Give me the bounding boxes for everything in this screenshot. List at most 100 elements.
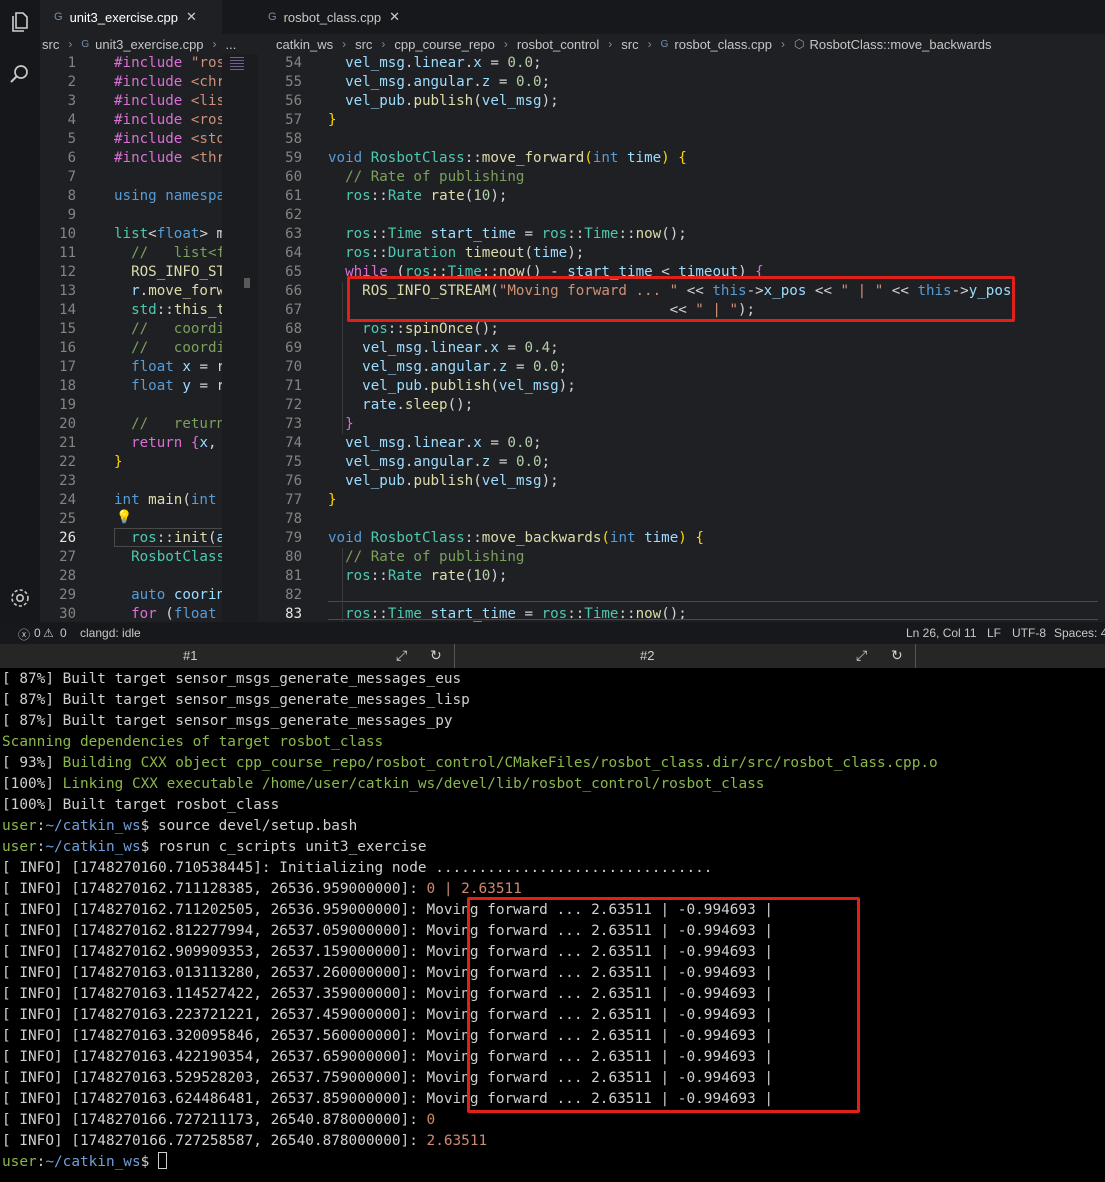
- code-line[interactable]: 24 int main(int: [40, 491, 222, 510]
- code-line[interactable]: 76 vel_pub.publish(vel_msg);: [258, 472, 1105, 491]
- code-line[interactable]: 6 #include <thr: [40, 149, 222, 168]
- maximize-icon[interactable]: ⤢: [396, 647, 407, 664]
- code-line[interactable]: 78: [258, 510, 1105, 529]
- search-icon[interactable]: [8, 62, 32, 86]
- code-line[interactable]: 15 // coordi: [40, 320, 222, 339]
- close-icon[interactable]: ✕: [186, 9, 197, 25]
- code-line[interactable]: 21 return {x,: [40, 434, 222, 453]
- code-line[interactable]: 54 vel_msg.linear.x = 0.0;: [258, 54, 1105, 73]
- tab-unit3-exercise[interactable]: G unit3_exercise.cpp ✕: [40, 0, 222, 34]
- terminal-tab-2[interactable]: #2 ⤢ ↻: [456, 644, 916, 668]
- code-line[interactable]: 7: [40, 168, 222, 187]
- breadcrumb-item[interactable]: src: [42, 37, 59, 52]
- code-line[interactable]: 19: [40, 396, 222, 415]
- breadcrumb-item[interactable]: cpp_course_repo: [394, 37, 494, 52]
- code-line[interactable]: 56 vel_pub.publish(vel_msg);: [258, 92, 1105, 111]
- warning-count[interactable]: 0: [60, 626, 67, 640]
- code-line[interactable]: 74 vel_msg.linear.x = 0.0;: [258, 434, 1105, 453]
- restart-icon[interactable]: ↻: [430, 647, 442, 664]
- code-line[interactable]: 59 void RosbotClass::move_forward(int tim…: [258, 149, 1105, 168]
- breadcrumb-item[interactable]: src: [355, 37, 372, 52]
- minimap[interactable]: [222, 54, 258, 622]
- warning-icon[interactable]: ⚠: [43, 626, 54, 640]
- code-line[interactable]: 23: [40, 472, 222, 491]
- code-line[interactable]: 80 // Rate of publishing: [258, 548, 1105, 567]
- code-line[interactable]: 20 // return: [40, 415, 222, 434]
- code-line[interactable]: 73 }: [258, 415, 1105, 434]
- lightbulb-icon[interactable]: 💡: [116, 510, 132, 525]
- code-line[interactable]: 75 vel_msg.angular.z = 0.0;: [258, 453, 1105, 472]
- code-line[interactable]: 64 ros::Duration timeout(time);: [258, 244, 1105, 263]
- line-number: 2: [67, 74, 76, 90]
- code-line[interactable]: 30 for (float: [40, 605, 222, 622]
- code-line[interactable]: 3 #include <lis: [40, 92, 222, 111]
- code-line[interactable]: 81 ros::Rate rate(10);: [258, 567, 1105, 586]
- files-icon[interactable]: [8, 10, 32, 34]
- code-line[interactable]: 77}: [258, 491, 1105, 510]
- code-line[interactable]: 63 ros::Time start_time = ros::Time::now…: [258, 225, 1105, 244]
- code-line[interactable]: 1 #include "ros: [40, 54, 222, 73]
- code-line[interactable]: 18 float y = r: [40, 377, 222, 396]
- breadcrumb-item[interactable]: rosbot_control: [517, 37, 599, 52]
- close-icon[interactable]: ✕: [389, 9, 400, 25]
- error-count[interactable]: 0: [34, 626, 41, 640]
- code-line[interactable]: 17 float x = r: [40, 358, 222, 377]
- language-server-status[interactable]: clangd: idle: [80, 626, 141, 640]
- code-line[interactable]: 16 // coordi: [40, 339, 222, 358]
- terminal-tab-1[interactable]: #1 ⤢ ↻: [0, 644, 455, 668]
- code-line[interactable]: 22}: [40, 453, 222, 472]
- code-line[interactable]: 8 using namespa: [40, 187, 222, 206]
- error-icon[interactable]: ⓧ: [18, 626, 30, 643]
- maximize-icon[interactable]: ⤢: [856, 647, 867, 664]
- code-text: for (float: [131, 606, 217, 622]
- code-line[interactable]: 60 // Rate of publishing: [258, 168, 1105, 187]
- code-line[interactable]: 61 ros::Rate rate(10);: [258, 187, 1105, 206]
- code-line[interactable]: 55 vel_msg.angular.z = 0.0;: [258, 73, 1105, 92]
- code-line[interactable]: 67 << " | ");: [258, 301, 1105, 320]
- code-line[interactable]: 72 rate.sleep();: [258, 396, 1105, 415]
- code-line[interactable]: 58: [258, 130, 1105, 149]
- terminal-line: [ INFO] [1748270166.727258587, 26540.878…: [2, 1133, 488, 1149]
- breadcrumb-item[interactable]: catkin_ws: [276, 37, 333, 52]
- right-code-pane[interactable]: 54 vel_msg.linear.x = 0.0; 55 vel_msg.ang…: [258, 54, 1105, 622]
- code-line[interactable]: 29 auto coorin: [40, 586, 222, 605]
- code-line[interactable]: 79 void RosbotClass::move_backwards(int t…: [258, 529, 1105, 548]
- code-line[interactable]: 27 RosbotClass: [40, 548, 222, 567]
- code-text: vel_msg.angular.z = 0.0;: [362, 359, 568, 375]
- terminal-line: user:~/catkin_ws$ rosrun c_scripts unit3…: [2, 839, 427, 855]
- code-line[interactable]: 2 #include <chr: [40, 73, 222, 92]
- code-line[interactable]: 10 list<float> m: [40, 225, 222, 244]
- gear-icon[interactable]: [8, 586, 32, 610]
- code-line[interactable]: 11 // list<f: [40, 244, 222, 263]
- breadcrumb-item[interactable]: rosbot_class.cpp: [674, 37, 772, 52]
- code-line[interactable]: 65 while (ros::Time::now() - start_time …: [258, 263, 1105, 282]
- minimap-slider[interactable]: [244, 278, 250, 288]
- code-line[interactable]: 12 ROS_INFO_ST: [40, 263, 222, 282]
- code-line[interactable]: 57}: [258, 111, 1105, 130]
- breadcrumb-item[interactable]: unit3_exercise.cpp: [95, 37, 203, 52]
- code-line[interactable]: 5 #include <std: [40, 130, 222, 149]
- breadcrumb-item[interactable]: src: [621, 37, 638, 52]
- code-line[interactable]: 4 #include <ros: [40, 111, 222, 130]
- restart-icon[interactable]: ↻: [891, 647, 903, 664]
- code-line[interactable]: 66 ROS_INFO_STREAM("Moving forward ... "…: [258, 282, 1105, 301]
- breadcrumb-item[interactable]: ...: [226, 37, 237, 52]
- code-line[interactable]: 9: [40, 206, 222, 225]
- left-code-pane[interactable]: 1 #include "ros 2 #include <chr 3 #include <l…: [40, 54, 222, 622]
- code-line[interactable]: 70 vel_msg.angular.z = 0.0;: [258, 358, 1105, 377]
- code-line[interactable]: 28: [40, 567, 222, 586]
- cursor-position[interactable]: Ln 26, Col 11: [906, 626, 977, 640]
- eol-indicator[interactable]: LF: [987, 626, 1001, 640]
- indent-indicator[interactable]: Spaces: 4: [1054, 626, 1105, 640]
- code-line[interactable]: 71 vel_pub.publish(vel_msg);: [258, 377, 1105, 396]
- code-line[interactable]: 62: [258, 206, 1105, 225]
- code-line[interactable]: 69 vel_msg.linear.x = 0.4;: [258, 339, 1105, 358]
- tab-rosbot-class[interactable]: G rosbot_class.cpp ✕: [222, 0, 422, 34]
- terminal-output[interactable]: [ 87%] Built target sensor_msgs_generate…: [0, 668, 1105, 1182]
- code-line[interactable]: 13 r.move_forw: [40, 282, 222, 301]
- terminal-line: [ 87%] Built target sensor_msgs_generate…: [2, 671, 462, 687]
- breadcrumb-item[interactable]: RosbotClass::move_backwards: [809, 37, 991, 52]
- code-line[interactable]: 68 ros::spinOnce();: [258, 320, 1105, 339]
- encoding-indicator[interactable]: UTF-8: [1012, 626, 1046, 640]
- code-line[interactable]: 14 std::this_t: [40, 301, 222, 320]
